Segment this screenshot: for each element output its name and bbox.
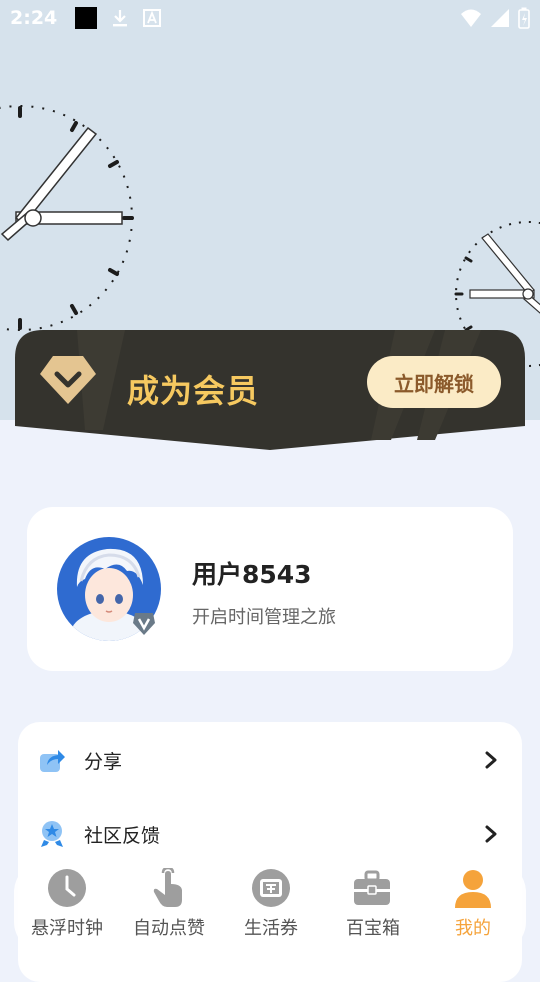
tab-label: 生活券: [244, 918, 298, 939]
user-name: 用户8543: [192, 560, 312, 589]
black-square-icon: [75, 7, 98, 29]
signal-icon: [491, 9, 509, 27]
share-icon: [40, 750, 65, 772]
menu-label-feedback: 社区反馈: [84, 824, 161, 847]
diamond-icon: [40, 356, 96, 404]
person-icon: [455, 870, 491, 908]
wifi-icon: [461, 9, 481, 27]
status-notification-icons: [75, 7, 162, 29]
user-subtitle: 开启时间管理之旅: [192, 607, 336, 628]
status-time: 2:24: [10, 7, 58, 29]
app-a-icon: [143, 9, 162, 27]
tab-auto-like[interactable]: 自动点赞: [118, 862, 220, 952]
bottom-tab-bar: 悬浮时钟 自动点赞 生活券 百宝箱 我的: [14, 862, 526, 952]
status-system-icons: [460, 7, 530, 29]
tab-label: 自动点赞: [133, 918, 205, 939]
tap-hand-icon: [153, 868, 182, 907]
tab-life-coupon[interactable]: 生活券: [220, 862, 322, 952]
vip-title: 成为会员: [127, 372, 260, 410]
clock-icon: [48, 869, 86, 907]
tab-label: 悬浮时钟: [31, 918, 103, 939]
unlock-button[interactable]: 立即解锁: [367, 356, 501, 408]
coupon-icon: [252, 869, 290, 907]
clock-decoration-large: [0, 105, 134, 331]
toolbox-icon: [354, 870, 390, 905]
chevron-right-icon: [485, 751, 497, 769]
tab-toolbox[interactable]: 百宝箱: [322, 862, 424, 952]
tab-mine[interactable]: 我的: [422, 862, 524, 952]
tab-label: 我的: [455, 918, 491, 939]
menu-label-share: 分享: [84, 750, 123, 773]
tab-label: 百宝箱: [346, 918, 400, 939]
profile-card[interactable]: 用户8543 开启时间管理之旅: [27, 507, 513, 671]
tab-floating-clock[interactable]: 悬浮时钟: [16, 862, 118, 952]
download-icon: [113, 10, 128, 27]
vip-banner[interactable]: 成为会员 立即解锁: [15, 330, 525, 450]
chevron-right-icon: [485, 825, 497, 843]
verified-v-icon: [133, 613, 155, 635]
menu-item-feedback[interactable]: 社区反馈: [18, 804, 522, 864]
status-bar: 2:24: [0, 0, 540, 36]
feedback-icon: [41, 821, 63, 847]
menu-item-share[interactable]: 分享: [18, 730, 522, 790]
battery-icon: [518, 7, 530, 29]
